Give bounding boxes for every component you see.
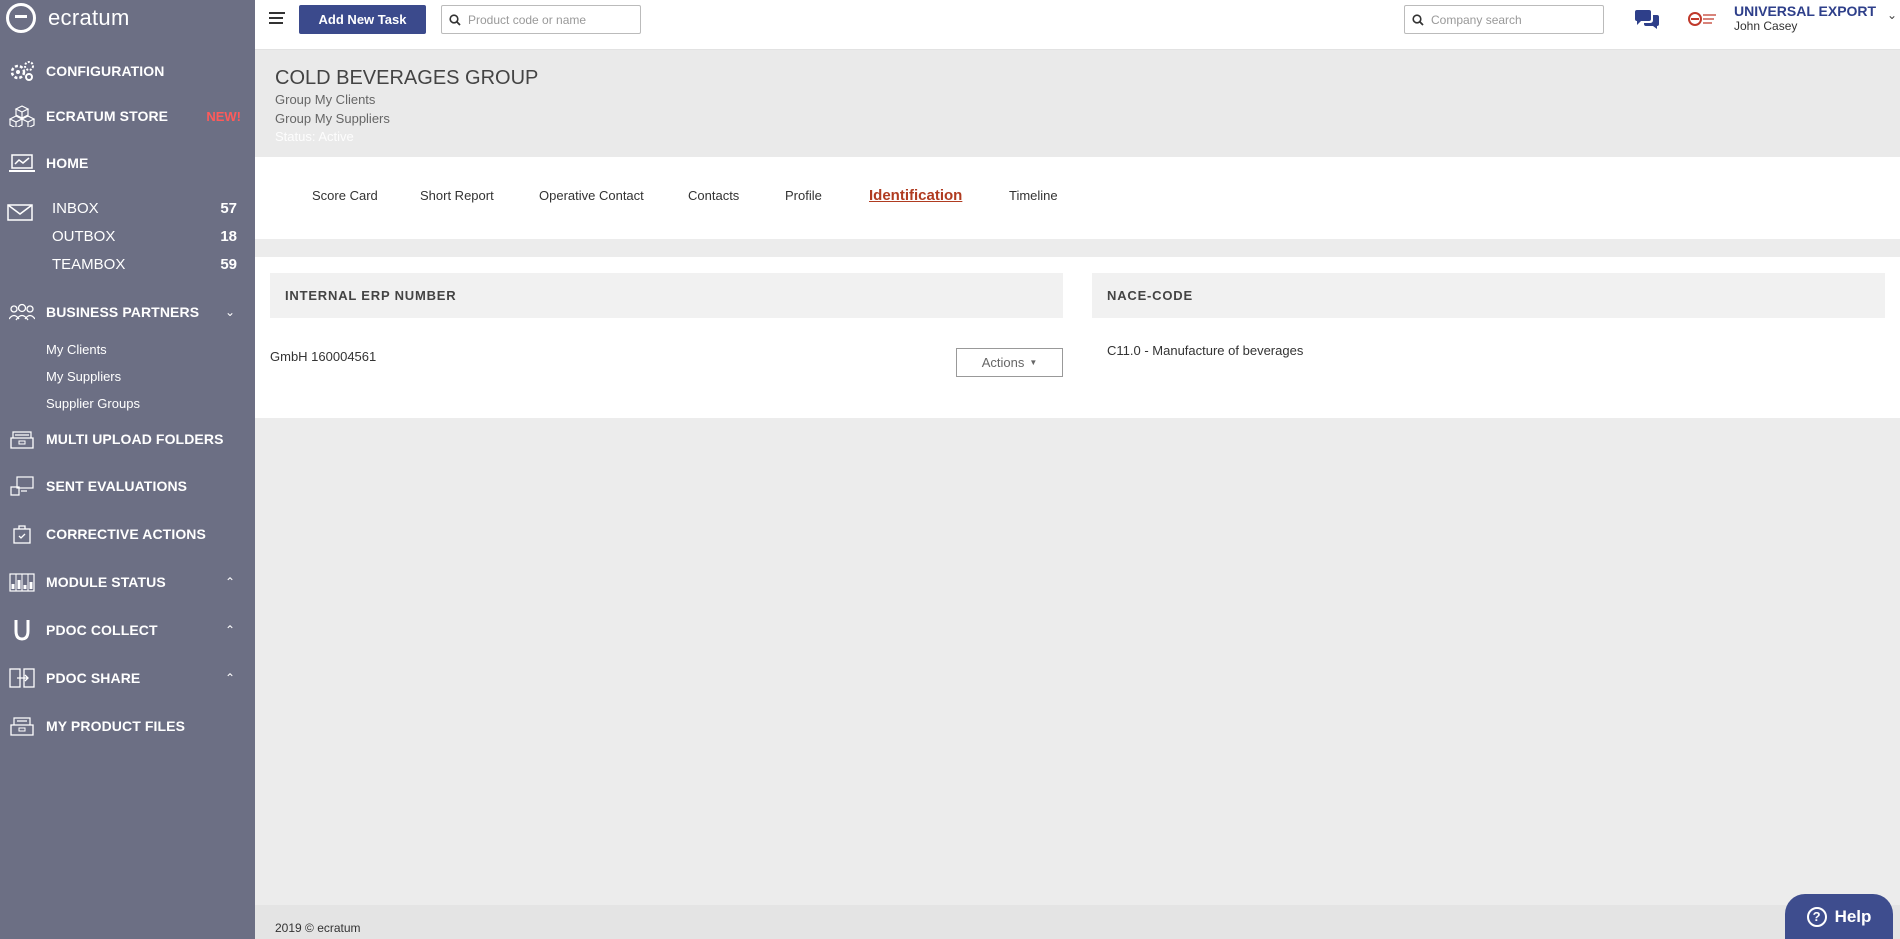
sidebar-subitem-supplier-groups[interactable]: Supplier Groups [46, 396, 140, 411]
sidebar-item-pdoc-share[interactable]: PDOC SHARE ⌃ [0, 660, 255, 696]
folder-stack-icon [8, 427, 36, 451]
chevron-up-icon[interactable]: ⌃ [225, 575, 235, 589]
teambox-label: TEAMBOX [52, 255, 126, 273]
tab-profile[interactable]: Profile [785, 188, 822, 203]
sidebar-label: ECRATUM STORE [46, 108, 169, 124]
company-logo-icon [1687, 6, 1717, 32]
sidebar-item-teambox[interactable]: TEAMBOX 59 [52, 252, 237, 276]
menu-toggle-icon[interactable] [269, 12, 287, 28]
product-search[interactable] [441, 5, 641, 34]
product-search-input[interactable] [468, 12, 628, 27]
sidebar-item-multi-upload[interactable]: MULTI UPLOAD FOLDERS [0, 421, 255, 457]
sidebar-item-home[interactable]: HOME [0, 145, 255, 181]
sidebar-label: PDOC COLLECT [46, 622, 158, 638]
top-bar: Add New Task UNIVERSAL EXPORT John Casey… [255, 0, 1900, 50]
group-my-clients: Group My Clients [275, 92, 376, 107]
status-text: Status: Active [275, 129, 354, 144]
caret-down-icon: ▼ [1029, 358, 1038, 367]
tab-operative-contact[interactable]: Operative Contact [539, 188, 644, 203]
gears-icon [8, 59, 36, 83]
erp-number-value: GmbH 160004561 [270, 349, 377, 364]
actions-label: Actions [981, 355, 1025, 370]
page-header: COLD BEVERAGES GROUP Group My Clients Gr… [255, 50, 1900, 157]
people-group-icon [8, 300, 36, 324]
search-icon [442, 13, 468, 26]
sidebar-label: CONFIGURATION [46, 63, 165, 79]
magnet-icon [8, 618, 36, 642]
brand[interactable]: ecratum [6, 2, 130, 34]
sidebar-subitem-my-suppliers[interactable]: My Suppliers [46, 369, 121, 384]
ecratum-logo-icon [6, 3, 36, 33]
chevron-up-icon[interactable]: ⌃ [225, 671, 235, 685]
envelope-icon [6, 200, 34, 224]
company-name[interactable]: UNIVERSAL EXPORT [1734, 3, 1876, 19]
sidebar-item-inbox[interactable]: INBOX 57 [52, 196, 237, 220]
modules-grid-icon [8, 570, 36, 594]
search-icon [1405, 13, 1431, 26]
inbox-label: INBOX [52, 199, 99, 217]
sidebar-label: MULTI UPLOAD FOLDERS [46, 431, 224, 447]
brand-name: ecratum [48, 5, 130, 30]
sidebar-label: BUSINESS PARTNERS [46, 304, 200, 320]
sidebar-item-business-partners[interactable]: BUSINESS PARTNERS ⌄ [0, 294, 255, 330]
chat-bubbles-icon[interactable] [1633, 9, 1661, 31]
sidebar-subitem-my-clients[interactable]: My Clients [46, 342, 107, 357]
sidebar-label: MODULE STATUS [46, 574, 166, 590]
erp-number-heading: INTERNAL ERP NUMBER [270, 273, 1063, 318]
sidebar-item-configuration[interactable]: CONFIGURATION [0, 53, 255, 89]
nace-code-value: C11.0 - Manufacture of beverages [1107, 343, 1304, 358]
user-name[interactable]: John Casey [1734, 19, 1797, 33]
page-title: COLD BEVERAGES GROUP [275, 67, 539, 89]
sidebar-item-my-product-files[interactable]: MY PRODUCT FILES [0, 708, 255, 744]
copyright: 2019 © ecratum [275, 921, 361, 935]
identification-panel: INTERNAL ERP NUMBER GmbH 160004561 Actio… [255, 257, 1900, 418]
actions-dropdown-button[interactable]: Actions ▼ [956, 348, 1063, 377]
chevron-down-icon[interactable]: ⌄ [1887, 8, 1897, 22]
briefcase-check-icon [8, 522, 36, 546]
tab-short-report[interactable]: Short Report [420, 188, 494, 203]
help-label: Help [1834, 906, 1872, 926]
sidebar-item-sent-evaluations[interactable]: SENT EVALUATIONS [0, 468, 255, 504]
cubes-icon [8, 104, 36, 128]
sidebar-item-module-status[interactable]: MODULE STATUS ⌃ [0, 564, 255, 600]
share-docs-icon [8, 666, 36, 690]
group-my-suppliers: Group My Suppliers [275, 111, 390, 126]
sidebar-label: HOME [46, 155, 89, 171]
sidebar-item-pdoc-collect[interactable]: PDOC COLLECT ⌃ [0, 612, 255, 648]
evaluation-screen-icon [8, 474, 36, 498]
tab-bar: Score Card Short Report Operative Contac… [255, 157, 1900, 239]
company-search-input[interactable] [1431, 12, 1591, 27]
sidebar-label: PDOC SHARE [46, 670, 141, 686]
nace-code-heading: NACE-CODE [1092, 273, 1885, 318]
sidebar-label: MY PRODUCT FILES [46, 718, 186, 734]
question-icon: ? [1806, 906, 1827, 927]
outbox-count: 18 [220, 227, 237, 245]
tab-score-card[interactable]: Score Card [312, 188, 378, 203]
inbox-count: 57 [220, 199, 237, 217]
tab-identification[interactable]: Identification [869, 187, 962, 204]
sidebar-label: CORRECTIVE ACTIONS [46, 526, 206, 542]
chevron-up-icon[interactable]: ⌃ [225, 623, 235, 637]
footer: 2019 © ecratum [255, 905, 1900, 939]
sidebar-item-outbox[interactable]: OUTBOX 18 [52, 224, 237, 248]
new-badge: NEW! [206, 108, 241, 124]
teambox-count: 59 [220, 255, 237, 273]
company-search[interactable] [1404, 5, 1604, 34]
sidebar-label: SENT EVALUATIONS [46, 478, 188, 494]
outbox-label: OUTBOX [52, 227, 116, 245]
tab-timeline[interactable]: Timeline [1009, 188, 1058, 203]
sidebar: ecratum CONFIGURATION ECRATUM STORE NEW!… [0, 0, 255, 939]
sidebar-item-corrective-actions[interactable]: CORRECTIVE ACTIONS [0, 516, 255, 552]
tab-contacts[interactable]: Contacts [688, 188, 739, 203]
sidebar-item-store[interactable]: ECRATUM STORE NEW! [0, 98, 255, 134]
file-drawer-icon [8, 714, 36, 738]
help-button[interactable]: ? Help [1785, 894, 1893, 939]
laptop-chart-icon [8, 151, 36, 175]
add-new-task-button[interactable]: Add New Task [299, 5, 426, 34]
chevron-down-icon[interactable]: ⌄ [225, 305, 235, 319]
